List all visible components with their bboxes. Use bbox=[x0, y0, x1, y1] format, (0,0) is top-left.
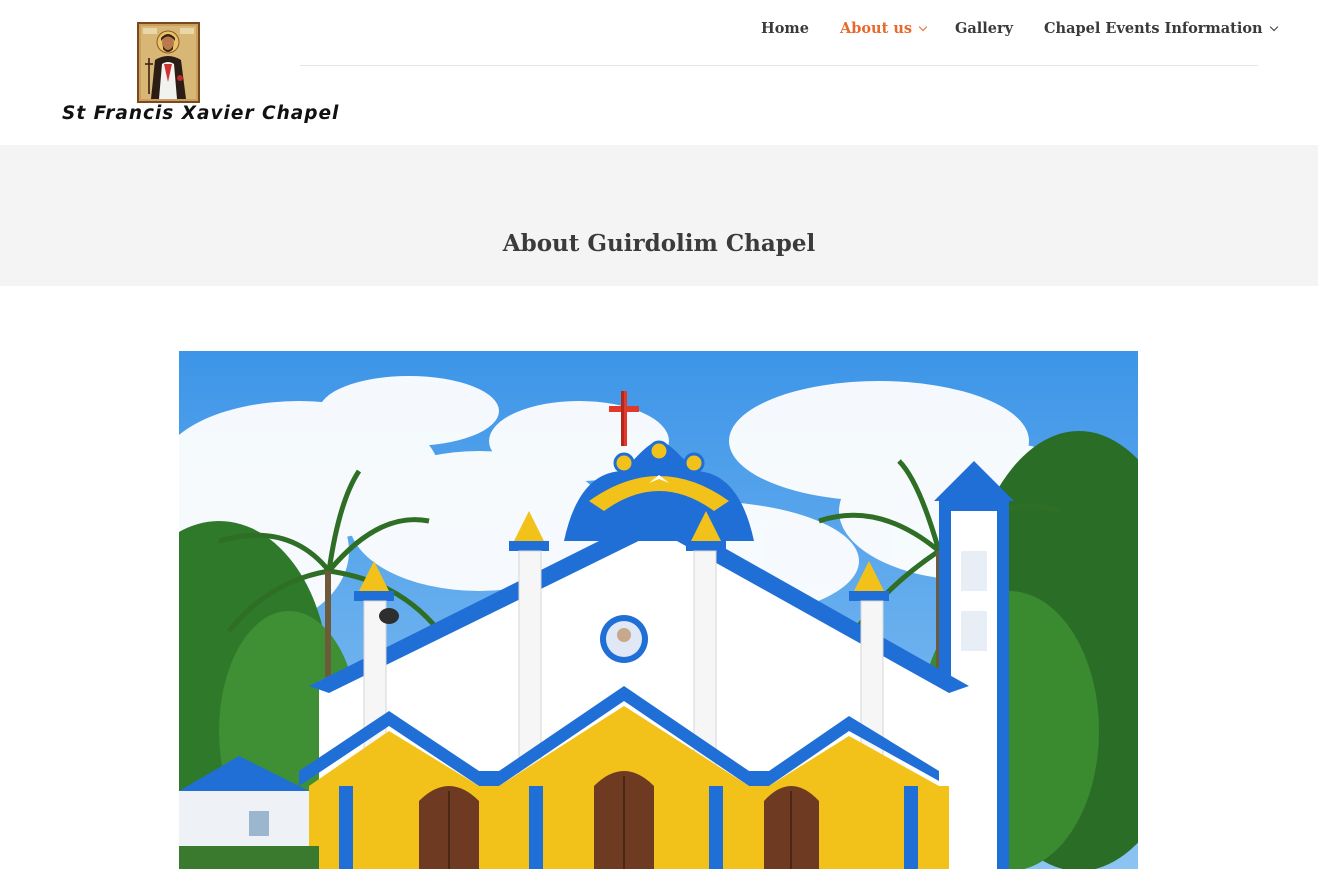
chevron-down-icon bbox=[918, 22, 928, 31]
nav-chapel-events[interactable]: Chapel Events Information bbox=[1044, 20, 1278, 37]
nav-home-label: Home bbox=[761, 20, 809, 37]
logo-title: St Francis Xavier Chapel bbox=[62, 103, 340, 124]
nav-gallery-label: Gallery bbox=[955, 20, 1014, 37]
page-title-band: About Guirdolim Chapel bbox=[0, 145, 1318, 286]
nav-about-us[interactable]: About us bbox=[840, 20, 928, 37]
chevron-down-icon bbox=[1269, 22, 1278, 31]
nav-chapel-events-label: Chapel Events Information bbox=[1044, 20, 1263, 37]
nav-home[interactable]: Home bbox=[761, 20, 809, 37]
nav-gallery[interactable]: Gallery bbox=[955, 20, 1013, 37]
site-header: St Francis Xavier Chapel Home About us G… bbox=[0, 0, 1318, 145]
site-logo[interactable]: St Francis Xavier Chapel bbox=[60, 20, 340, 128]
nav-about-us-label: About us bbox=[840, 20, 913, 37]
page-title: About Guirdolim Chapel bbox=[502, 230, 816, 257]
main-navigation: Home About us Gallery Chapel Events Info… bbox=[300, 0, 1278, 66]
saint-icon bbox=[137, 22, 200, 103]
chapel-facade-photo bbox=[179, 351, 1138, 869]
